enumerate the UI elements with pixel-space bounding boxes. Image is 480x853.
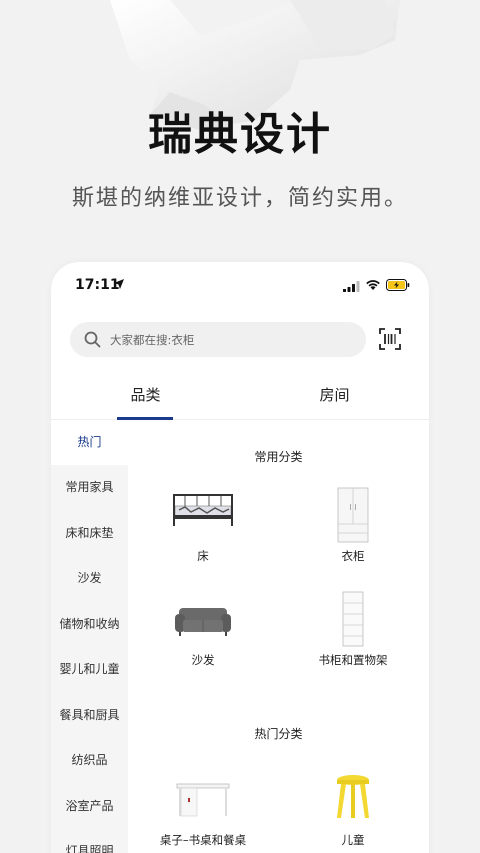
sidebar-item-hot[interactable]: 热门 xyxy=(51,420,128,465)
cellular-signal-icon xyxy=(343,281,360,292)
kids-stool-image xyxy=(337,775,369,818)
sidebar-item-textiles[interactable]: 纺织品 xyxy=(51,738,128,783)
sidebar-item-storage[interactable]: 储物和收纳 xyxy=(51,602,128,647)
category-content: 常用分类 床 衣柜 沙发 书柜和置物架 热门分类 桌子–书桌和餐桌 儿童 xyxy=(128,420,429,853)
status-bar: 17:11 xyxy=(51,262,429,310)
scan-code-icon[interactable] xyxy=(379,328,401,350)
category-tabs: 品类 房间 xyxy=(51,372,429,420)
category-label: 床 xyxy=(197,549,209,563)
section-title-hot: 热门分类 xyxy=(254,727,303,741)
category-label: 桌子–书桌和餐桌 xyxy=(159,833,247,847)
sidebar-item-lighting[interactable]: 灯具照明 xyxy=(51,829,128,853)
category-item-kids[interactable]: 儿童 xyxy=(278,770,428,848)
sidebar-item-beds[interactable]: 床和床垫 xyxy=(51,511,128,556)
category-item-bookcase[interactable]: 书柜和置物架 xyxy=(278,590,428,668)
category-label: 儿童 xyxy=(341,833,365,847)
tab-rooms[interactable]: 房间 xyxy=(240,372,429,420)
wifi-icon xyxy=(366,280,380,290)
sidebar-item-furniture[interactable]: 常用家具 xyxy=(51,465,128,510)
hero-banner: 瑞典设计 斯堪的纳维亚设计，简约实用。 xyxy=(0,0,480,250)
category-item-sofa[interactable]: 沙发 xyxy=(128,590,278,668)
location-arrow-icon xyxy=(114,279,124,289)
category-item-bed[interactable]: 床 xyxy=(128,486,278,564)
category-sidebar: 热门 常用家具 床和床垫 沙发 储物和收纳 婴儿和儿童 餐具和厨具 纺织品 浴室… xyxy=(51,420,128,853)
search-bar[interactable] xyxy=(70,322,366,357)
category-item-desk[interactable]: 桌子–书桌和餐桌 xyxy=(128,770,278,848)
sidebar-item-baby-kids[interactable]: 婴儿和儿童 xyxy=(51,647,128,692)
hero-title: 瑞典设计 xyxy=(148,109,332,160)
category-label: 书柜和置物架 xyxy=(318,653,388,667)
phone-mockup: 17:11 大家都在搜:衣柜 品类 房间 热门 常用家具 床和床垫 沙发 储物和… xyxy=(51,262,429,853)
bookcase-image xyxy=(342,591,364,647)
category-label: 沙发 xyxy=(191,653,215,667)
battery-charging-icon xyxy=(386,279,410,291)
sidebar-item-kitchenware[interactable]: 餐具和厨具 xyxy=(51,693,128,738)
sidebar-item-bathroom[interactable]: 浴室产品 xyxy=(51,784,128,829)
section-title-common: 常用分类 xyxy=(254,450,303,464)
category-item-wardrobe[interactable]: 衣柜 xyxy=(278,486,428,564)
bed-image xyxy=(173,494,233,526)
tab-categories[interactable]: 品类 xyxy=(51,372,240,420)
desk-image xyxy=(176,783,230,817)
category-label: 衣柜 xyxy=(341,549,365,563)
hero-subtitle: 斯堪的纳维亚设计，简约实用。 xyxy=(71,186,408,211)
sofa-image xyxy=(175,608,231,636)
wardrobe-image xyxy=(337,487,369,543)
search-input[interactable] xyxy=(110,322,350,357)
search-icon xyxy=(84,331,101,348)
sidebar-item-sofas[interactable]: 沙发 xyxy=(51,556,128,601)
